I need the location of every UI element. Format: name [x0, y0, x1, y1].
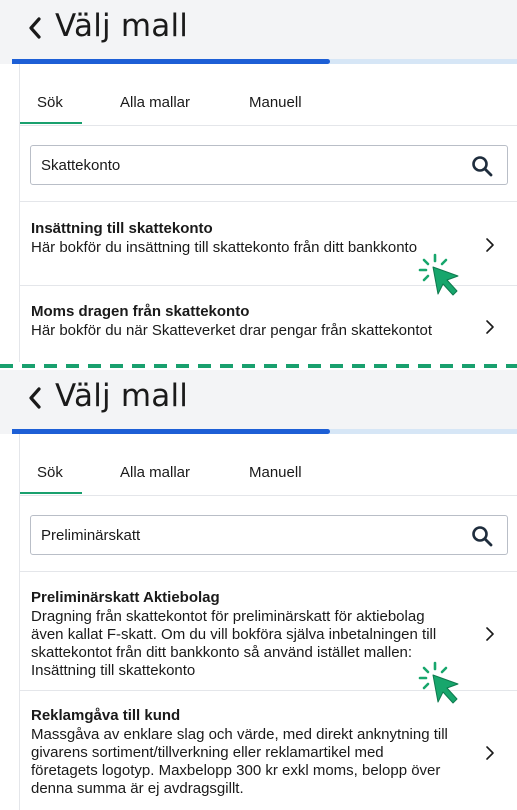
result-description: Massgåva av enklare slag och värde, med … — [31, 726, 448, 797]
result-title: Reklamgåva till kund — [31, 707, 181, 724]
screenshot-panel-1: Välj mall Sök Alla mallar Manuell Skatte… — [0, 0, 517, 362]
search-input[interactable]: Preliminärskatt — [30, 515, 508, 555]
result-description: Här bokför du när Skatteverket drar peng… — [31, 322, 433, 339]
divider — [20, 201, 517, 202]
search-input-value: Preliminärskatt — [41, 527, 141, 544]
list-item-result[interactable]: Insättning till skattekonto Här bokför d… — [20, 220, 517, 284]
result-title: Insättning till skattekonto — [31, 220, 213, 237]
list-item-result[interactable]: Preliminärskatt Aktiebolag Dragning från… — [20, 589, 517, 689]
tab-all-templates[interactable]: Alla mallar — [120, 464, 190, 481]
page-title: Välj mall — [55, 378, 189, 414]
search-icon[interactable] — [471, 155, 493, 177]
divider — [20, 690, 517, 691]
screenshot-panel-2: Välj mall Sök Alla mallar Manuell Prelim… — [0, 370, 517, 810]
active-tab-indicator — [20, 122, 82, 124]
chevron-right-icon — [486, 320, 494, 334]
result-title: Preliminärskatt Aktiebolag — [31, 589, 220, 606]
tab-manual[interactable]: Manuell — [249, 464, 302, 481]
panel-separator — [0, 364, 517, 368]
header-bar: Välj mall — [0, 370, 517, 434]
chevron-left-icon — [29, 17, 41, 39]
tab-search[interactable]: Sök — [37, 464, 63, 481]
divider — [20, 285, 517, 286]
result-title: Moms dragen från skattekonto — [31, 303, 250, 320]
tab-search[interactable]: Sök — [37, 94, 63, 111]
result-description: Dragning från skattekontot för preliminä… — [31, 608, 437, 679]
chevron-right-icon — [486, 627, 494, 641]
search-input-value: Skattekonto — [41, 157, 121, 174]
page-title: Välj mall — [55, 8, 189, 44]
list-item-result[interactable]: Reklamgåva till kund Massgåva av enklare… — [20, 707, 517, 807]
header-bar: Välj mall — [0, 0, 517, 64]
tab-bar: Sök Alla mallar Manuell — [20, 434, 517, 496]
template-card: Sök Alla mallar Manuell Preliminärskatt … — [19, 434, 517, 810]
divider — [20, 571, 517, 572]
result-description: Här bokför du insättning till skattekont… — [31, 239, 418, 256]
active-tab-indicator — [20, 492, 82, 494]
chevron-right-icon — [486, 746, 494, 760]
search-icon[interactable] — [471, 525, 493, 547]
list-item-result[interactable]: Moms dragen från skattekonto Här bokför … — [20, 303, 517, 362]
back-button[interactable] — [20, 380, 50, 416]
tab-all-templates[interactable]: Alla mallar — [120, 94, 190, 111]
back-button[interactable] — [20, 10, 50, 46]
tab-manual[interactable]: Manuell — [249, 94, 302, 111]
chevron-right-icon — [486, 238, 494, 252]
tab-bar: Sök Alla mallar Manuell — [20, 64, 517, 126]
search-input[interactable]: Skattekonto — [30, 145, 508, 185]
chevron-left-icon — [29, 387, 41, 409]
template-card: Sök Alla mallar Manuell Skattekonto Insä… — [19, 64, 517, 362]
